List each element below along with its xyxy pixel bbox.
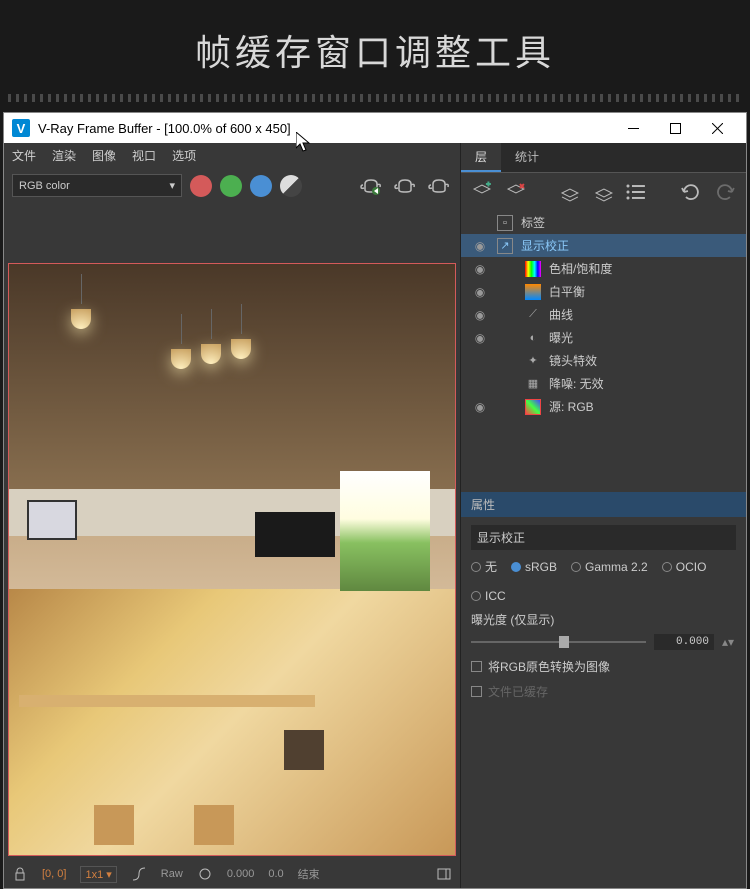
layer-white-balance[interactable]: ◉白平衡 xyxy=(461,280,746,303)
status-value-1: 0.000 xyxy=(227,868,255,880)
save-layer-button[interactable] xyxy=(559,181,581,203)
display-icon: ↗ xyxy=(497,238,513,254)
status-coords: [0, 0] xyxy=(42,868,66,880)
visibility-icon[interactable]: ◉ xyxy=(471,285,489,299)
menu-render[interactable]: 渲染 xyxy=(52,147,76,164)
lens-icon xyxy=(525,353,541,369)
delete-layer-button[interactable] xyxy=(505,181,527,203)
radio-ocio[interactable]: OCIO xyxy=(662,558,707,575)
panel-toggle-icon[interactable] xyxy=(436,866,452,882)
render-last-button[interactable] xyxy=(426,176,452,196)
lock-icon[interactable] xyxy=(12,866,28,882)
right-panel: 层 统计 ▫标签 ◉ ↗ 显示校正 ◉色相/饱和度 ◉白平衡 ◉曲线 xyxy=(460,143,746,888)
radio-none[interactable]: 无 xyxy=(471,558,497,575)
exposure-label: 曝光度 (仅显示) xyxy=(471,611,736,628)
layer-display-correction[interactable]: ◉↗显示校正 xyxy=(461,234,746,257)
layer-denoiser[interactable]: 降噪: 无效 xyxy=(461,372,746,395)
exposure-slider[interactable] xyxy=(471,641,646,643)
add-layer-button[interactable] xyxy=(471,181,493,203)
menu-options[interactable]: 选项 xyxy=(172,147,196,164)
radio-icc[interactable]: ICC xyxy=(471,589,506,603)
minimize-button[interactable] xyxy=(612,114,654,142)
viewport[interactable] xyxy=(4,203,460,860)
status-zoom[interactable]: 1x1 ▾ xyxy=(80,866,116,883)
vfb-window: V V-Ray Frame Buffer - [100.0% of 600 x … xyxy=(3,112,747,889)
left-panel: 文件 渲染 图像 视口 选项 RGB color▾ xyxy=(4,143,460,888)
status-mode: Raw xyxy=(161,868,183,880)
mono-channel-button[interactable] xyxy=(280,175,302,197)
tab-stats[interactable]: 统计 xyxy=(501,143,553,172)
layer-source-rgb[interactable]: ◉源: RGB xyxy=(461,395,746,418)
menubar: 文件 渲染 图像 视口 选项 xyxy=(4,143,460,168)
layer-toolbar xyxy=(461,173,746,211)
menu-image[interactable]: 图像 xyxy=(92,147,116,164)
layer-exposure[interactable]: ◉曝光 xyxy=(461,326,746,349)
tag-icon: ▫ xyxy=(497,215,513,231)
noise-icon xyxy=(525,376,541,392)
radio-srgb[interactable]: sRGB xyxy=(511,558,557,575)
colorspace-radio-group: 无 sRGB Gamma 2.2 OCIO ICC xyxy=(471,558,736,603)
status-end: 结束 xyxy=(298,866,320,882)
visibility-icon[interactable]: ◉ xyxy=(471,262,489,276)
titlebar[interactable]: V V-Ray Frame Buffer - [100.0% of 600 x … xyxy=(4,113,746,143)
visibility-icon[interactable]: ◉ xyxy=(471,308,489,322)
vray-logo-icon: V xyxy=(12,119,30,137)
green-channel-button[interactable] xyxy=(220,175,242,197)
visibility-icon[interactable]: ◉ xyxy=(471,239,489,253)
redo-button[interactable] xyxy=(714,181,736,203)
layer-list-button[interactable] xyxy=(626,181,648,203)
page-heading: 帧缓存窗口调整工具 xyxy=(0,0,750,94)
render-button[interactable] xyxy=(358,176,384,196)
check-convert-rgb[interactable]: 将RGB原色转换为图像 xyxy=(471,658,736,675)
pick-icon[interactable] xyxy=(197,866,213,882)
menu-file[interactable]: 文件 xyxy=(12,147,36,164)
decorative-divider xyxy=(8,94,742,102)
maximize-button[interactable] xyxy=(654,114,696,142)
curve-icon xyxy=(525,307,541,323)
status-value-2: 0.0 xyxy=(268,868,283,880)
tab-layers[interactable]: 层 xyxy=(461,143,501,172)
layer-curves[interactable]: ◉曲线 xyxy=(461,303,746,326)
channel-dropdown[interactable]: RGB color▾ xyxy=(12,174,182,197)
curve-icon[interactable] xyxy=(131,866,147,882)
layer-hue-saturation[interactable]: ◉色相/饱和度 xyxy=(461,257,746,280)
rendered-image xyxy=(9,264,455,855)
radio-gamma[interactable]: Gamma 2.2 xyxy=(571,558,648,575)
window-title: V-Ray Frame Buffer - [100.0% of 600 x 45… xyxy=(38,121,612,136)
exposure-icon xyxy=(525,330,541,346)
exposure-value-input[interactable]: 0.000 xyxy=(654,634,714,650)
layer-lens-effects[interactable]: 镜头特效 xyxy=(461,349,746,372)
property-name-field[interactable]: 显示校正 xyxy=(471,525,736,550)
red-channel-button[interactable] xyxy=(190,175,212,197)
channel-toolbar: RGB color▾ xyxy=(4,168,460,203)
layer-tag[interactable]: ▫标签 xyxy=(461,211,746,234)
blue-channel-button[interactable] xyxy=(250,175,272,197)
spinner-icon[interactable]: ▴▾ xyxy=(722,635,736,649)
menu-viewport[interactable]: 视口 xyxy=(132,147,156,164)
hue-icon xyxy=(525,261,541,277)
load-layer-button[interactable] xyxy=(593,181,615,203)
chevron-down-icon: ▾ xyxy=(169,179,175,192)
visibility-icon[interactable]: ◉ xyxy=(471,331,489,345)
whitebalance-icon xyxy=(525,284,541,300)
properties-panel: 属性 显示校正 无 sRGB Gamma 2.2 OCIO ICC 曝光度 (仅… xyxy=(461,492,746,888)
render-region-button[interactable] xyxy=(392,176,418,196)
layer-list: ▫标签 ◉↗显示校正 ◉色相/饱和度 ◉白平衡 ◉曲线 ◉曝光 镜头特效 降噪:… xyxy=(461,211,746,418)
close-button[interactable] xyxy=(696,114,738,142)
render-output[interactable] xyxy=(8,263,456,856)
check-file-cached[interactable]: 文件已缓存 xyxy=(471,683,736,700)
properties-header[interactable]: 属性 xyxy=(461,492,746,517)
panel-tabs: 层 统计 xyxy=(461,143,746,173)
undo-button[interactable] xyxy=(680,181,702,203)
visibility-icon[interactable]: ◉ xyxy=(471,400,489,414)
source-icon xyxy=(525,399,541,415)
